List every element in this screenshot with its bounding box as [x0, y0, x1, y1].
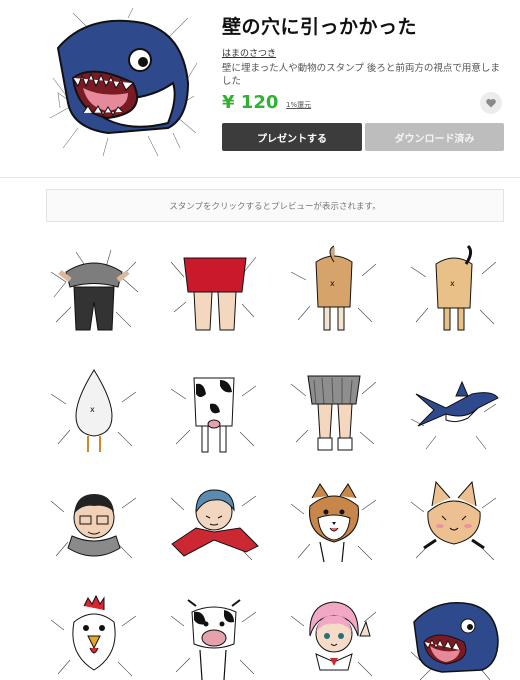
preview-area: スタンプをクリックするとプレビューが表示されます。 [46, 189, 504, 222]
header-divider [0, 177, 520, 178]
sticker-cat-back[interactable]: x [406, 242, 502, 338]
sticker-description: 壁に埋まった人や動物のスタンプ 後ろと前両方の視点で用意しました [222, 63, 500, 87]
sticker-pink-hair-girl-front[interactable] [286, 592, 382, 680]
sticker-title: 壁の穴に引っかかった [222, 16, 418, 38]
sticker-price: ¥ 120 [222, 92, 279, 113]
sticker-blue-hair-girl-front[interactable] [166, 476, 262, 572]
svg-text:x: x [450, 279, 455, 288]
sticker-cow-front[interactable] [166, 592, 262, 680]
sticker-shiba-dog-front[interactable] [286, 476, 382, 572]
gift-button[interactable]: プレゼントする [222, 123, 362, 151]
main-sticker-thumbnail [48, 7, 198, 158]
svg-text:x: x [330, 279, 335, 288]
sticker-cow-back[interactable] [166, 364, 262, 460]
coin-return-link[interactable]: 1%還元 [286, 100, 311, 110]
sticker-man-glasses-front[interactable] [46, 476, 142, 572]
sticker-chicken-front[interactable] [46, 592, 142, 680]
preview-hint: スタンプをクリックするとプレビューが表示されます。 [169, 201, 381, 212]
sticker-woman-red-skirt-back[interactable] [166, 242, 262, 338]
sticker-chicken-back[interactable]: x [46, 364, 142, 460]
svg-text:x: x [90, 405, 95, 414]
sticker-person-gray-back[interactable] [46, 242, 142, 338]
sticker-shark-back[interactable] [406, 364, 502, 460]
sticker-cat-front[interactable] [406, 476, 502, 572]
download-button[interactable]: ダウンロード済み [365, 123, 504, 151]
sticker-dog-back[interactable]: x [286, 242, 382, 338]
heart-icon [486, 98, 496, 108]
sticker-schoolgirl-back[interactable] [286, 364, 382, 460]
favorite-button[interactable] [480, 92, 502, 114]
sticker-shark-front[interactable] [406, 592, 502, 680]
author-link[interactable]: はまのさつき [222, 46, 276, 59]
sticker-header: 壁の穴に引っかかった はまのさつき 壁に埋まった人や動物のスタンプ 後ろと前両方… [0, 0, 520, 178]
